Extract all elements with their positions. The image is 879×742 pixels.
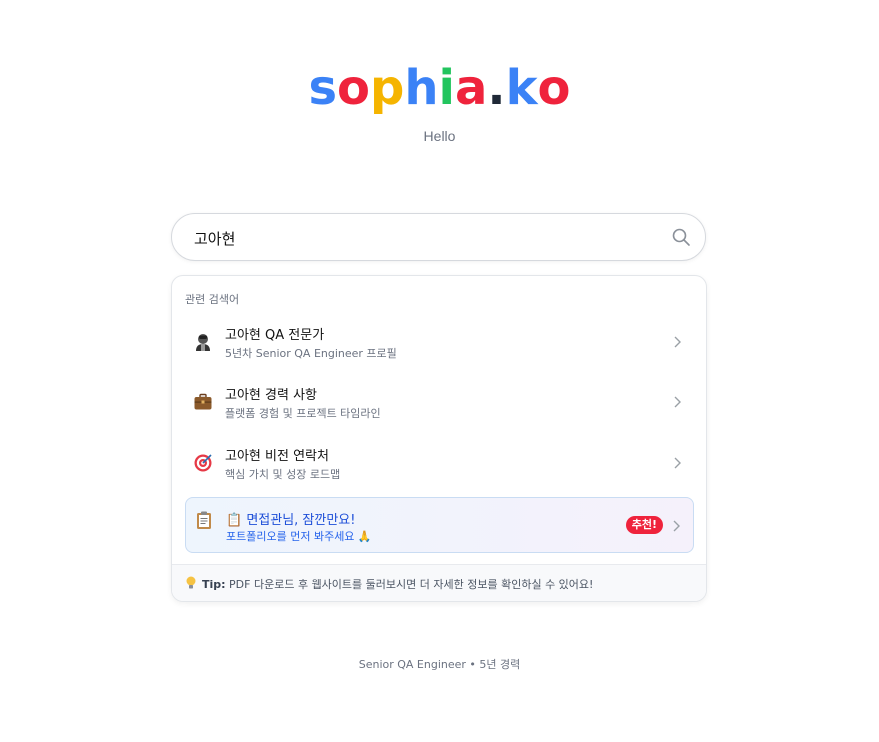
logo-letter: h — [404, 60, 439, 116]
chevron-right-icon — [674, 336, 681, 348]
suggestion-item-qa-expert[interactable]: 고아현 QA 전문가 5년차 Senior QA Engineer 프로필 — [185, 314, 694, 370]
chevron-right-icon — [674, 396, 681, 408]
suggestion-desc: 플랫폼 경험 및 프로젝트 타임라인 — [225, 407, 381, 420]
lightbulb-icon — [186, 576, 196, 589]
recommend-badge: 추천! — [625, 516, 663, 534]
suggestion-title: 📋 면접관님, 잠깐만요! — [226, 513, 356, 528]
logo: sophia.ko — [0, 60, 879, 116]
suggestion-desc: 핵심 가치 및 성장 로드맵 — [225, 468, 341, 481]
suggestion-item-vision-contact[interactable]: 고아현 비전 연락처 핵심 가치 및 성장 로드맵 — [185, 435, 694, 491]
briefcase-icon — [194, 393, 212, 410]
tip-label: Tip: — [202, 578, 226, 591]
footer-text: Senior QA Engineer • 5년 경력 — [358, 658, 521, 671]
logo-letter: p — [370, 60, 405, 116]
logo-letter: k — [505, 60, 538, 116]
search-icon[interactable] — [671, 227, 691, 247]
logo-letter: o — [337, 60, 371, 116]
chevron-right-icon — [674, 457, 681, 469]
subtitle: Hello — [423, 128, 456, 144]
clipboard-icon — [197, 511, 211, 529]
tip-bar: Tip: PDF 다운로드 후 웹사이트를 둘러보시면 더 자세한 정보를 확인… — [172, 564, 706, 601]
suggestions-dropdown: 관련 검색어 고아현 QA 전문가 5년차 Senior QA Engineer… — [171, 275, 707, 602]
suggestion-title: 고아현 비전 연락처 — [225, 449, 329, 464]
suggestion-item-interviewer-notice[interactable]: 📋 면접관님, 잠깐만요! 포트폴리오를 먼저 봐주세요 🙏 추천! — [185, 497, 694, 553]
suggestion-title: 고아현 QA 전문가 — [225, 328, 325, 343]
logo-letter: o — [537, 60, 571, 116]
logo-letter: i — [438, 60, 455, 116]
search-input[interactable] — [192, 214, 666, 262]
person-icon — [196, 334, 210, 351]
suggestion-item-career[interactable]: 고아현 경력 사항 플랫폼 경험 및 프로젝트 타임라인 — [185, 374, 694, 430]
logo-letter: a — [455, 60, 488, 116]
search-box[interactable] — [171, 213, 706, 262]
suggestion-desc: 포트폴리오를 먼저 봐주세요 🙏 — [226, 530, 372, 543]
chevron-right-icon — [673, 520, 680, 532]
suggestion-title: 고아현 경력 사항 — [225, 388, 317, 403]
tip-text: Tip: PDF 다운로드 후 웹사이트를 둘러보시면 더 자세한 정보를 확인… — [202, 576, 593, 592]
logo-letter: s — [308, 60, 338, 116]
tip-message: PDF 다운로드 후 웹사이트를 둘러보시면 더 자세한 정보를 확인하실 수 … — [229, 578, 594, 591]
logo-letter: . — [487, 60, 506, 116]
page: sophia.ko Hello 관련 검색어 고아현 QA 전문가 5년차 Se… — [0, 0, 879, 742]
suggestion-desc: 5년차 Senior QA Engineer 프로필 — [225, 347, 397, 360]
suggestions-title: 관련 검색어 — [185, 293, 240, 306]
target-icon — [194, 454, 212, 472]
